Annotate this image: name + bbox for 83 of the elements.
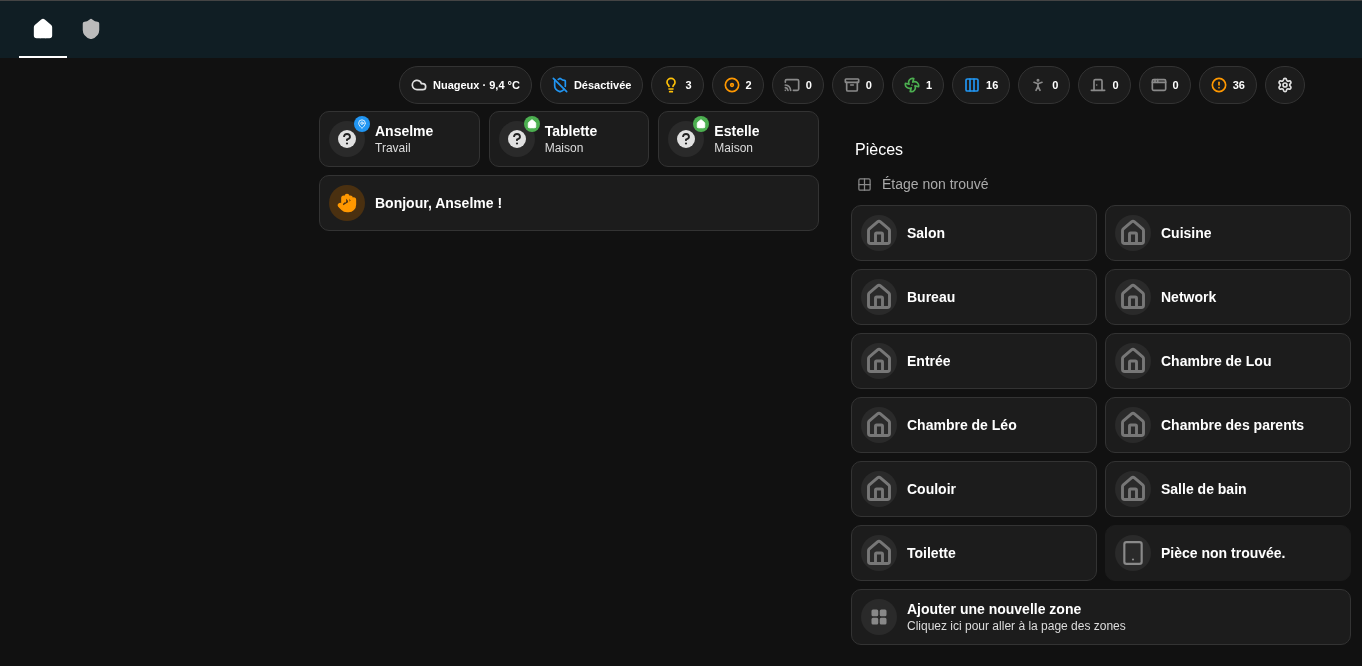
- question-icon: [507, 130, 526, 148]
- window-icon: [1150, 77, 1167, 93]
- status-chip[interactable]: 0: [1078, 66, 1131, 104]
- room-card[interactable]: Cuisine: [1105, 205, 1351, 261]
- house-icon: [861, 471, 897, 507]
- room-card[interactable]: Toilette: [851, 525, 1097, 581]
- room-name: Salon: [907, 223, 946, 243]
- person-state: Maison: [544, 140, 585, 156]
- disc-icon: [723, 77, 740, 93]
- room-name: Bureau: [907, 287, 956, 307]
- house-icon: [1115, 279, 1151, 315]
- floor-label: Étage non trouvé: [882, 175, 989, 194]
- room-name: Network: [1161, 287, 1217, 307]
- settings-icon: [1276, 77, 1293, 93]
- alert-icon: [1210, 77, 1227, 93]
- room-name: Chambre de Lou: [1161, 351, 1272, 371]
- room-card[interactable]: Salon: [851, 205, 1097, 261]
- house-icon: [1115, 343, 1151, 379]
- status-chip[interactable]: 36: [1198, 66, 1257, 104]
- add-zone-card[interactable]: Ajouter une nouvelle zone Cliquez ici pour aller à la page des zones: [851, 589, 1351, 645]
- door-icon: [1090, 77, 1107, 93]
- room-card[interactable]: Chambre de Lou: [1105, 333, 1351, 389]
- house-icon: [861, 343, 897, 379]
- room-name: Entrée: [907, 351, 951, 371]
- house-icon: [1115, 471, 1151, 507]
- status-chip[interactable]: 0: [831, 66, 884, 104]
- floor-plan-icon: [857, 177, 872, 192]
- person-name: Estelle: [714, 122, 760, 140]
- person-name: Tablette: [544, 122, 598, 140]
- add-zone-subtitle: Cliquez ici pour aller à la page des zones: [907, 618, 1126, 634]
- fan-icon: [903, 77, 920, 93]
- room-card[interactable]: Pièce non trouvée.: [1105, 525, 1351, 581]
- status-chip[interactable]: 0: [1138, 66, 1191, 104]
- status-chip[interactable]: 1: [891, 66, 945, 104]
- house-icon: [1115, 215, 1151, 251]
- section-title: Pièces: [855, 140, 905, 160]
- house-icon: [861, 215, 897, 251]
- greeting-text: Bonjour, Anselme !: [375, 193, 503, 213]
- room-name: Toilette: [907, 543, 956, 563]
- person-card[interactable]: Estelle Maison: [658, 111, 819, 167]
- room-card[interactable]: Entrée: [851, 333, 1097, 389]
- person-card[interactable]: Tablette Maison: [488, 111, 650, 167]
- cloud-icon: [411, 77, 427, 93]
- add-zone-title: Ajouter une nouvelle zone: [907, 600, 1083, 618]
- shield-icon: [80, 18, 102, 40]
- room-name: Salle de bain: [1161, 479, 1247, 499]
- question-icon: [677, 130, 696, 148]
- room-name: Cuisine: [1161, 223, 1212, 243]
- house-icon: [861, 407, 897, 443]
- room-card[interactable]: Bureau: [851, 269, 1097, 325]
- status-chip[interactable]: 0: [1018, 66, 1071, 104]
- status-chip[interactable]: [1264, 66, 1305, 104]
- waving-hand-icon: [329, 185, 365, 221]
- room-name: Chambre de Léo: [907, 415, 1017, 435]
- person-name: Anselme: [375, 122, 434, 140]
- room-name: Pièce non trouvée.: [1161, 543, 1286, 563]
- devices-icon: [1115, 535, 1151, 571]
- room-name: Chambre des parents: [1161, 415, 1305, 435]
- room-card[interactable]: Salle de bain: [1105, 461, 1351, 517]
- person-state: Travail: [375, 140, 412, 156]
- status-chip[interactable]: 16: [952, 66, 1011, 104]
- status-chip[interactable]: Désactivée: [539, 66, 644, 104]
- person-state: Maison: [714, 140, 755, 156]
- room-card[interactable]: Chambre des parents: [1105, 397, 1351, 453]
- status-chip[interactable]: 2: [711, 66, 764, 104]
- person-card[interactable]: Anselme Travail: [319, 111, 480, 167]
- status-chip[interactable]: 0: [771, 66, 824, 104]
- grid-icon: [861, 599, 897, 635]
- status-chip[interactable]: Nuageux · 9,4 °C: [399, 66, 532, 104]
- house-icon: [861, 279, 897, 315]
- room-card[interactable]: Chambre de Léo: [851, 397, 1097, 453]
- room-card[interactable]: Network: [1105, 269, 1351, 325]
- cast-icon: [783, 77, 800, 93]
- question-icon: [338, 130, 356, 148]
- room-card[interactable]: Couloir: [851, 461, 1097, 517]
- house-icon: [1115, 407, 1151, 443]
- status-chip[interactable]: 3: [651, 66, 704, 104]
- shield-off-icon: [551, 77, 568, 93]
- home-icon: [32, 18, 54, 40]
- cabinet-icon: [843, 77, 860, 93]
- room-name: Couloir: [907, 479, 956, 499]
- house-icon: [861, 535, 897, 571]
- blinds-icon: [964, 77, 981, 93]
